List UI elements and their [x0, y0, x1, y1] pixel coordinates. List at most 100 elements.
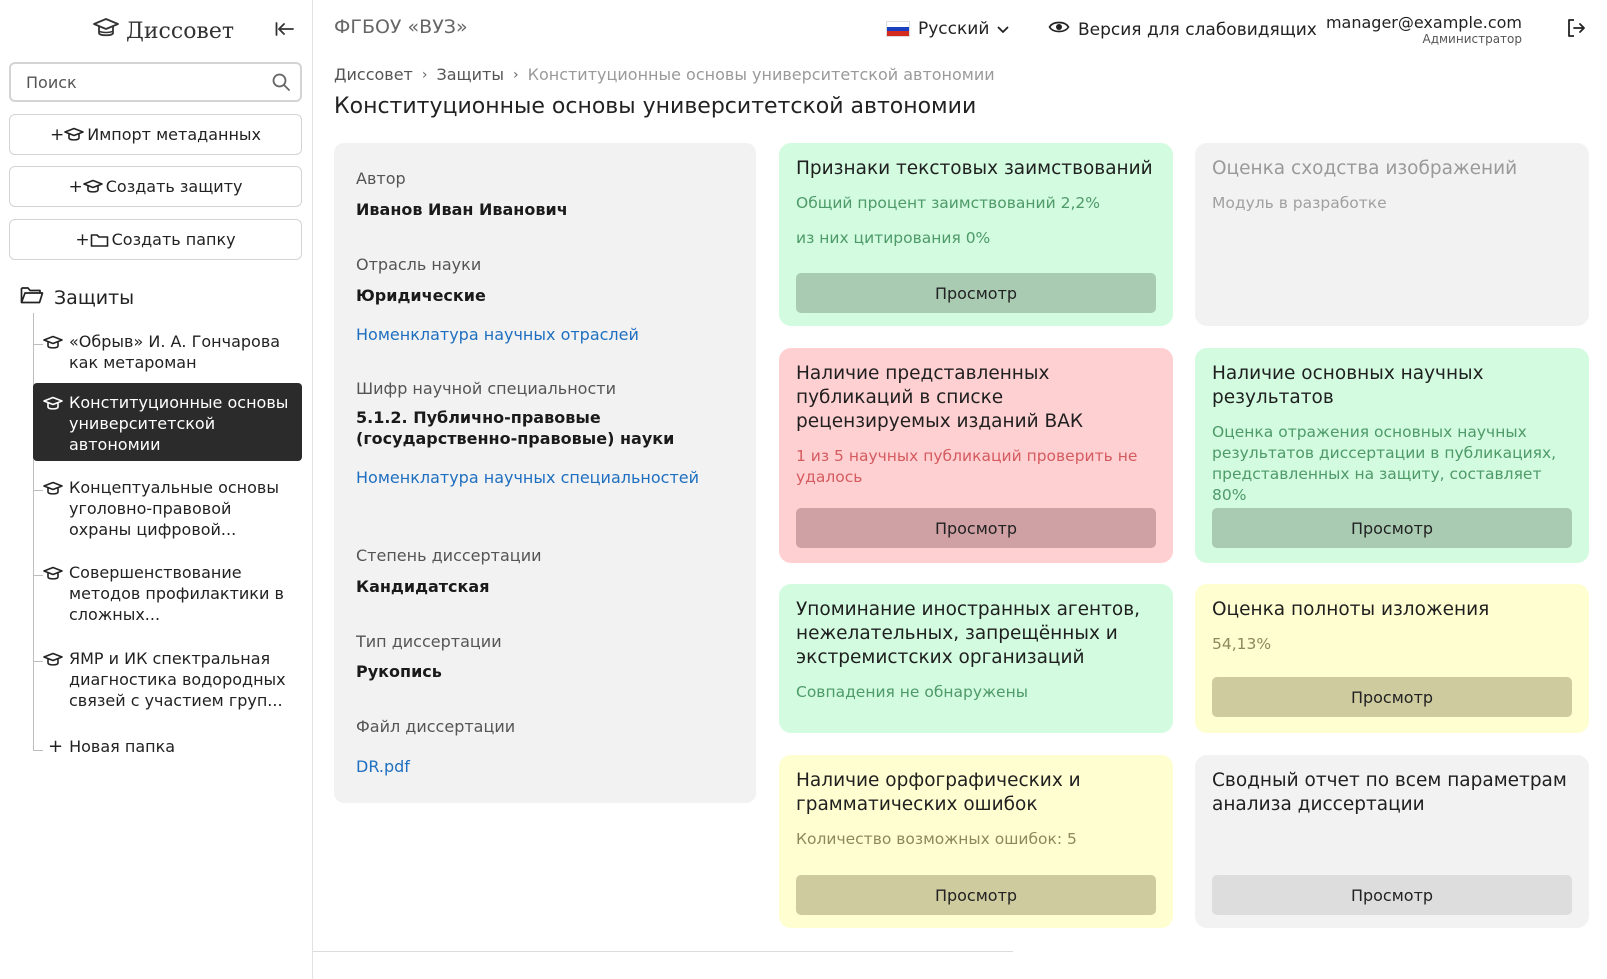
graduation-cap-icon: [43, 392, 63, 455]
file-label: Файл диссертации: [356, 717, 516, 736]
breadcrumb-item-current: Конституционные основы университетской а…: [527, 65, 995, 84]
view-button[interactable]: Просмотр: [796, 273, 1156, 313]
card-title: Упоминание иностранных агентов, нежелате…: [796, 599, 1140, 668]
russian-flag-icon: [886, 21, 910, 37]
collapse-left-icon: [275, 21, 295, 41]
graduation-cap-icon: [43, 477, 63, 540]
import-metadata-label: Импорт метаданных: [87, 125, 262, 144]
breadcrumb-item-dissovet[interactable]: Диссовет: [334, 65, 413, 84]
logout-button[interactable]: [1566, 18, 1586, 42]
tree-root-label: Защиты: [54, 286, 135, 309]
language-select[interactable]: Русский: [886, 19, 1009, 39]
view-button[interactable]: Просмотр: [1212, 875, 1572, 915]
logo[interactable]: Диссовет: [92, 16, 234, 46]
graduation-cap-icon: [43, 562, 63, 625]
view-button[interactable]: Просмотр: [1212, 677, 1572, 717]
tree-item-label: Совершенствование методов профилактики в…: [69, 563, 284, 624]
card-summary-report: Сводный отчет по всем параметрам анализа…: [1195, 755, 1589, 928]
tree-connector: [33, 750, 43, 751]
card-text: Оценка отражения основных научных резуль…: [1212, 423, 1557, 504]
code-label: Шифр научной специальности: [356, 379, 616, 398]
new-folder-label: Новая папка: [69, 737, 176, 756]
card-spelling-errors: Наличие орфографических и грамматических…: [779, 755, 1173, 928]
graduation-cap-icon: [43, 331, 63, 373]
breadcrumb: Диссовет › Защиты › Конституционные осно…: [334, 65, 995, 84]
search-icon[interactable]: [271, 72, 291, 96]
new-folder-button[interactable]: + Новая папка: [48, 736, 175, 757]
import-metadata-button[interactable]: + Импорт метаданных: [9, 114, 302, 155]
accessibility-label: Версия для слабовидящих: [1078, 19, 1317, 40]
logout-icon: [1566, 19, 1586, 42]
tree-item-label: ЯМР и ИК спектральная диагностика водоро…: [69, 649, 286, 710]
card-text: Общий процент заимствований 2,2%: [796, 194, 1100, 212]
view-button[interactable]: Просмотр: [796, 508, 1156, 548]
plus-icon: +: [48, 736, 64, 757]
card-title: Наличие представленных публикаций в спис…: [796, 363, 1084, 432]
create-folder-label: Создать папку: [111, 230, 236, 249]
card-title: Наличие основных научных результатов: [1212, 363, 1484, 408]
card-text: 1 из 5 научных публикаций проверить не у…: [796, 447, 1138, 486]
search-input[interactable]: [11, 64, 251, 100]
view-button[interactable]: Просмотр: [796, 875, 1156, 915]
branch-value: Юридические: [356, 286, 486, 305]
chevron-right-icon: ›: [512, 66, 519, 83]
card-completeness: Оценка полноты изложения 54,13% Просмотр: [1195, 584, 1589, 733]
card-foreign-agents: Упоминание иностранных агентов, нежелате…: [779, 584, 1173, 733]
card-text: Модуль в разработке: [1212, 194, 1387, 212]
page-title: Конституционные основы университетской а…: [334, 94, 977, 119]
tree-root-defenses[interactable]: Защиты: [20, 285, 134, 310]
user-email: manager@example.com: [1325, 13, 1522, 32]
chevron-right-icon: ›: [421, 66, 428, 83]
card-title: Признаки текстовых заимствований: [796, 158, 1153, 179]
branch-nomenclature-link[interactable]: Номенклатура научных отраслей: [356, 325, 639, 344]
tree-item[interactable]: ЯМР и ИК спектральная диагностика водоро…: [33, 648, 302, 711]
tree-item[interactable]: Концептуальные основы уголовно-правовой …: [33, 477, 302, 540]
author-label: Автор: [356, 169, 406, 188]
card-title: Наличие орфографических и грамматических…: [796, 770, 1081, 815]
code-value: 5.1.2. Публично-правовые (государственно…: [356, 408, 675, 448]
create-defense-button[interactable]: + Создать защиту: [9, 166, 302, 207]
tree-item-label: Конституционные основы университетской а…: [69, 393, 289, 454]
search-box: [9, 62, 302, 102]
specialty-nomenclature-link[interactable]: Номенклатура научных специальностей: [356, 468, 699, 487]
accessibility-version-link[interactable]: Версия для слабовидящих: [1048, 19, 1317, 40]
tree-item[interactable]: Совершенствование методов профилактики в…: [33, 562, 302, 625]
logo-text: Диссовет: [126, 18, 235, 44]
add-folder-icon: +: [75, 230, 108, 250]
dissertation-info-panel: Автор Иванов Иван Иванович Отрасль науки…: [334, 143, 756, 803]
collapse-sidebar-button[interactable]: [272, 18, 298, 44]
sidebar: Диссовет + Импорт метаданных + Создать з…: [0, 0, 313, 979]
add-cap-icon: +: [50, 125, 85, 145]
graduation-cap-icon: [92, 16, 120, 46]
language-label: Русский: [918, 19, 990, 39]
card-title: Оценка сходства изображений: [1212, 158, 1518, 179]
author-value: Иванов Иван Иванович: [356, 200, 568, 219]
card-text: Количество возможных ошибок: 5: [796, 830, 1077, 848]
add-cap-icon: +: [69, 177, 103, 197]
branch-label: Отрасль науки: [356, 255, 482, 274]
card-text: 54,13%: [1212, 635, 1272, 653]
tree-item-label: Концептуальные основы уголовно-правовой …: [69, 478, 279, 539]
user-info[interactable]: manager@example.com Администратор: [1326, 13, 1522, 46]
logo-row: Диссовет: [0, 14, 313, 48]
view-button[interactable]: Просмотр: [1212, 508, 1572, 548]
tree-item[interactable]: «Обрыв» И. А. Гончарова как метароман: [33, 331, 302, 373]
type-label: Тип диссертации: [356, 632, 502, 651]
create-defense-label: Создать защиту: [105, 177, 243, 196]
card-title: Оценка полноты изложения: [1212, 599, 1490, 620]
chevron-down-icon: [997, 19, 1009, 39]
card-text: из них цитирования 0%: [796, 229, 991, 247]
breadcrumb-item-defenses[interactable]: Защиты: [436, 65, 503, 84]
eye-icon: [1048, 19, 1070, 40]
dissertation-file-link[interactable]: DR.pdf: [356, 757, 410, 776]
card-text-borrowings: Признаки текстовых заимствований Общий п…: [779, 143, 1173, 326]
section-divider: [313, 951, 1013, 952]
card-image-similarity: Оценка сходства изображений Модуль в раз…: [1195, 143, 1589, 326]
degree-value: Кандидатская: [356, 577, 490, 596]
org-name: ФГБОУ «ВУЗ»: [334, 16, 468, 38]
tree-item-active[interactable]: Конституционные основы университетской а…: [33, 383, 302, 461]
card-title: Сводный отчет по всем параметрам анализа…: [1212, 770, 1567, 815]
graduation-cap-icon: [43, 648, 63, 711]
create-folder-button[interactable]: + Создать папку: [9, 219, 302, 260]
user-role: Администратор: [1422, 32, 1522, 46]
